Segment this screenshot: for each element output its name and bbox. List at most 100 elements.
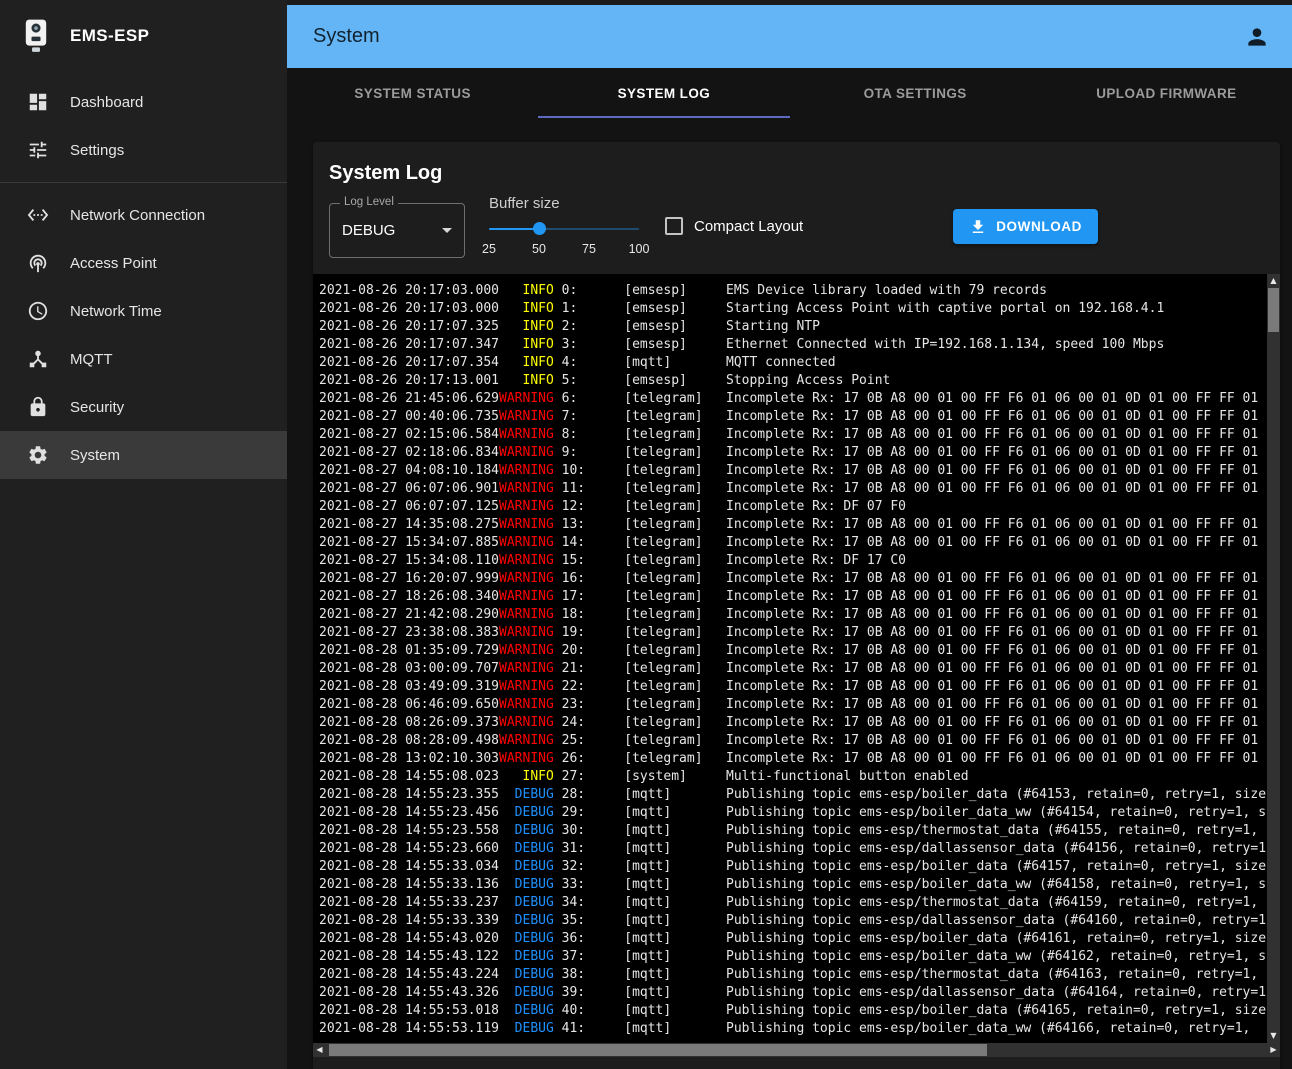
sidebar-item-system[interactable]: System: [0, 431, 287, 479]
download-button-label: DOWNLOAD: [996, 219, 1082, 234]
log-level-label: Log Level: [340, 196, 398, 208]
sidebar-item-label: MQTT: [70, 351, 113, 368]
log-level-value: DEBUG: [342, 222, 442, 239]
log-line: 2021-08-28 14:55:43.224 DEBUG 38: [mqtt]…: [319, 966, 1266, 984]
ethernet-icon: [26, 203, 50, 227]
sidebar-item-dashboard[interactable]: Dashboard: [0, 78, 287, 126]
log-line: 2021-08-28 03:00:09.707WARNING 21: [tele…: [319, 660, 1266, 678]
ems-esp-logo-icon: [22, 19, 50, 53]
tab-system-log[interactable]: SYSTEM LOG: [538, 68, 789, 118]
log-line: 2021-08-27 21:42:08.290WARNING 18: [tele…: [319, 606, 1266, 624]
log-line: 2021-08-27 02:18:06.834WARNING 9: [teleg…: [319, 444, 1266, 462]
log-line: 2021-08-28 14:55:53.119 DEBUG 41: [mqtt]…: [319, 1020, 1266, 1038]
scroll-up-icon[interactable]: ▲: [1267, 274, 1280, 288]
horizontal-scrollbar[interactable]: ◀ ▶: [313, 1043, 1280, 1057]
log-line: 2021-08-28 14:55:33.034 DEBUG 32: [mqtt]…: [319, 858, 1266, 876]
card-head: System Log: [313, 142, 1280, 193]
log-line: 2021-08-28 14:55:53.018 DEBUG 40: [mqtt]…: [319, 1002, 1266, 1020]
sidebar-item-mqtt[interactable]: MQTT: [0, 335, 287, 383]
log-line: 2021-08-28 14:55:33.237 DEBUG 34: [mqtt]…: [319, 894, 1266, 912]
slider-mark-label: 50: [532, 242, 546, 256]
slider-track: [489, 228, 539, 230]
brand: EMS-ESP: [0, 0, 287, 72]
log-line: 2021-08-28 14:55:43.122 DEBUG 37: [mqtt]…: [319, 948, 1266, 966]
sidebar-item-label: System: [70, 447, 120, 464]
log-controls: Log Level DEBUG Buffer size 255075100 Co…: [313, 193, 1280, 274]
scroll-right-icon[interactable]: ▶: [1267, 1043, 1280, 1057]
lock-icon: [26, 395, 50, 419]
scroll-down-icon[interactable]: ▼: [1267, 1029, 1280, 1043]
log-line: 2021-08-26 20:17:03.000 INFO 1: [emsesp]…: [319, 300, 1266, 318]
clock-icon: [26, 299, 50, 323]
log-level-select[interactable]: Log Level DEBUG: [329, 203, 465, 258]
sidebar-item-access-point[interactable]: Access Point: [0, 239, 287, 287]
scroll-left-icon[interactable]: ◀: [313, 1043, 326, 1057]
card-title: System Log: [329, 162, 1264, 185]
sidebar-item-label: Network Time: [70, 303, 162, 320]
compact-layout-toggle[interactable]: Compact Layout: [665, 217, 803, 235]
log-line: 2021-08-28 01:35:09.729WARNING 20: [tele…: [319, 642, 1266, 660]
log-line: 2021-08-26 20:17:07.325 INFO 2: [emsesp]…: [319, 318, 1266, 336]
buffer-size-slider[interactable]: [489, 216, 639, 242]
log-line: 2021-08-27 16:20:07.999WARNING 16: [tele…: [319, 570, 1266, 588]
vertical-scrollbar-thumb[interactable]: [1268, 288, 1279, 332]
log-line: 2021-08-27 06:07:06.901WARNING 11: [tele…: [319, 480, 1266, 498]
log-line: 2021-08-26 20:17:07.354 INFO 4: [mqtt] M…: [319, 354, 1266, 372]
log-line: 2021-08-27 18:26:08.340WARNING 17: [tele…: [319, 588, 1266, 606]
log-line: 2021-08-28 08:28:09.498WARNING 25: [tele…: [319, 732, 1266, 750]
log-lines: 2021-08-26 20:17:03.000 INFO 0: [emsesp]…: [319, 282, 1266, 1043]
account-icon[interactable]: [1244, 24, 1270, 50]
log-line: 2021-08-28 14:55:43.020 DEBUG 36: [mqtt]…: [319, 930, 1266, 948]
buffer-size-control: Buffer size 255075100: [489, 195, 639, 258]
sidebar-item-security[interactable]: Security: [0, 383, 287, 431]
page-title: System: [313, 25, 380, 48]
tune-icon: [26, 138, 50, 162]
log-line: 2021-08-28 14:55:33.339 DEBUG 35: [mqtt]…: [319, 912, 1266, 930]
log-line: 2021-08-28 14:55:23.558 DEBUG 30: [mqtt]…: [319, 822, 1266, 840]
log-line: 2021-08-28 06:46:09.650WARNING 23: [tele…: [319, 696, 1266, 714]
vertical-scrollbar[interactable]: ▲ ▼: [1267, 274, 1280, 1043]
sidebar-item-label: Security: [70, 399, 124, 416]
log-line: 2021-08-28 14:55:43.326 DEBUG 39: [mqtt]…: [319, 984, 1266, 1002]
log-line: 2021-08-26 20:17:07.347 INFO 3: [emsesp]…: [319, 336, 1266, 354]
log-line: 2021-08-28 08:26:09.373WARNING 24: [tele…: [319, 714, 1266, 732]
system-log-card: System Log Log Level DEBUG Buffer size 2…: [313, 142, 1280, 1069]
log-line: 2021-08-26 20:17:13.001 INFO 5: [emsesp]…: [319, 372, 1266, 390]
sidebar-item-label: Settings: [70, 142, 124, 159]
gear-icon: [26, 443, 50, 467]
tab-ota-settings[interactable]: OTA SETTINGS: [790, 68, 1041, 118]
sidebar: EMS-ESP Dashboard Settings Network Connect…: [0, 0, 287, 1069]
compact-layout-label: Compact Layout: [694, 218, 803, 235]
brand-title: EMS-ESP: [70, 26, 149, 46]
slider-mark-labels: 255075100: [489, 242, 639, 258]
slider-mark-label: 25: [482, 242, 496, 256]
sidebar-divider: [0, 182, 287, 183]
sidebar-item-label: Network Connection: [70, 207, 205, 224]
sidebar-item-label: Dashboard: [70, 94, 143, 111]
horizontal-scrollbar-thumb[interactable]: [329, 1044, 987, 1056]
tab-upload-firmware[interactable]: UPLOAD FIRMWARE: [1041, 68, 1292, 118]
download-icon: [969, 218, 987, 236]
log-line: 2021-08-27 02:15:06.584WARNING 8: [teleg…: [319, 426, 1266, 444]
log-line: 2021-08-26 21:45:06.629WARNING 6: [teleg…: [319, 390, 1266, 408]
sidebar-item-network-time[interactable]: Network Time: [0, 287, 287, 335]
wifi-tethering-icon: [26, 251, 50, 275]
log-line: 2021-08-26 20:17:03.000 INFO 0: [emsesp]…: [319, 282, 1266, 300]
sidebar-nav: Dashboard Settings Network Connection Acces…: [0, 72, 287, 479]
slider-mark-label: 75: [582, 242, 596, 256]
log-line: 2021-08-28 14:55:08.023 INFO 27: [system…: [319, 768, 1266, 786]
main-area: System SYSTEM STATUSSYSTEM LOGOTA SETTIN…: [287, 0, 1292, 1069]
checkbox-unchecked-icon[interactable]: [665, 217, 683, 235]
log-line: 2021-08-28 14:55:23.456 DEBUG 29: [mqtt]…: [319, 804, 1266, 822]
log-line: 2021-08-28 14:55:23.660 DEBUG 31: [mqtt]…: [319, 840, 1266, 858]
tab-system-status[interactable]: SYSTEM STATUS: [287, 68, 538, 118]
download-button[interactable]: DOWNLOAD: [953, 209, 1098, 244]
log-line: 2021-08-28 03:49:09.319WARNING 22: [tele…: [319, 678, 1266, 696]
log-line: 2021-08-27 15:34:08.110WARNING 15: [tele…: [319, 552, 1266, 570]
dashboard-icon: [26, 90, 50, 114]
sidebar-item-settings[interactable]: Settings: [0, 126, 287, 174]
log-console[interactable]: 2021-08-26 20:17:03.000 INFO 0: [emsesp]…: [313, 274, 1280, 1057]
slider-thumb[interactable]: [533, 222, 546, 235]
sidebar-item-network-connection[interactable]: Network Connection: [0, 191, 287, 239]
log-line: 2021-08-28 14:55:23.355 DEBUG 28: [mqtt]…: [319, 786, 1266, 804]
